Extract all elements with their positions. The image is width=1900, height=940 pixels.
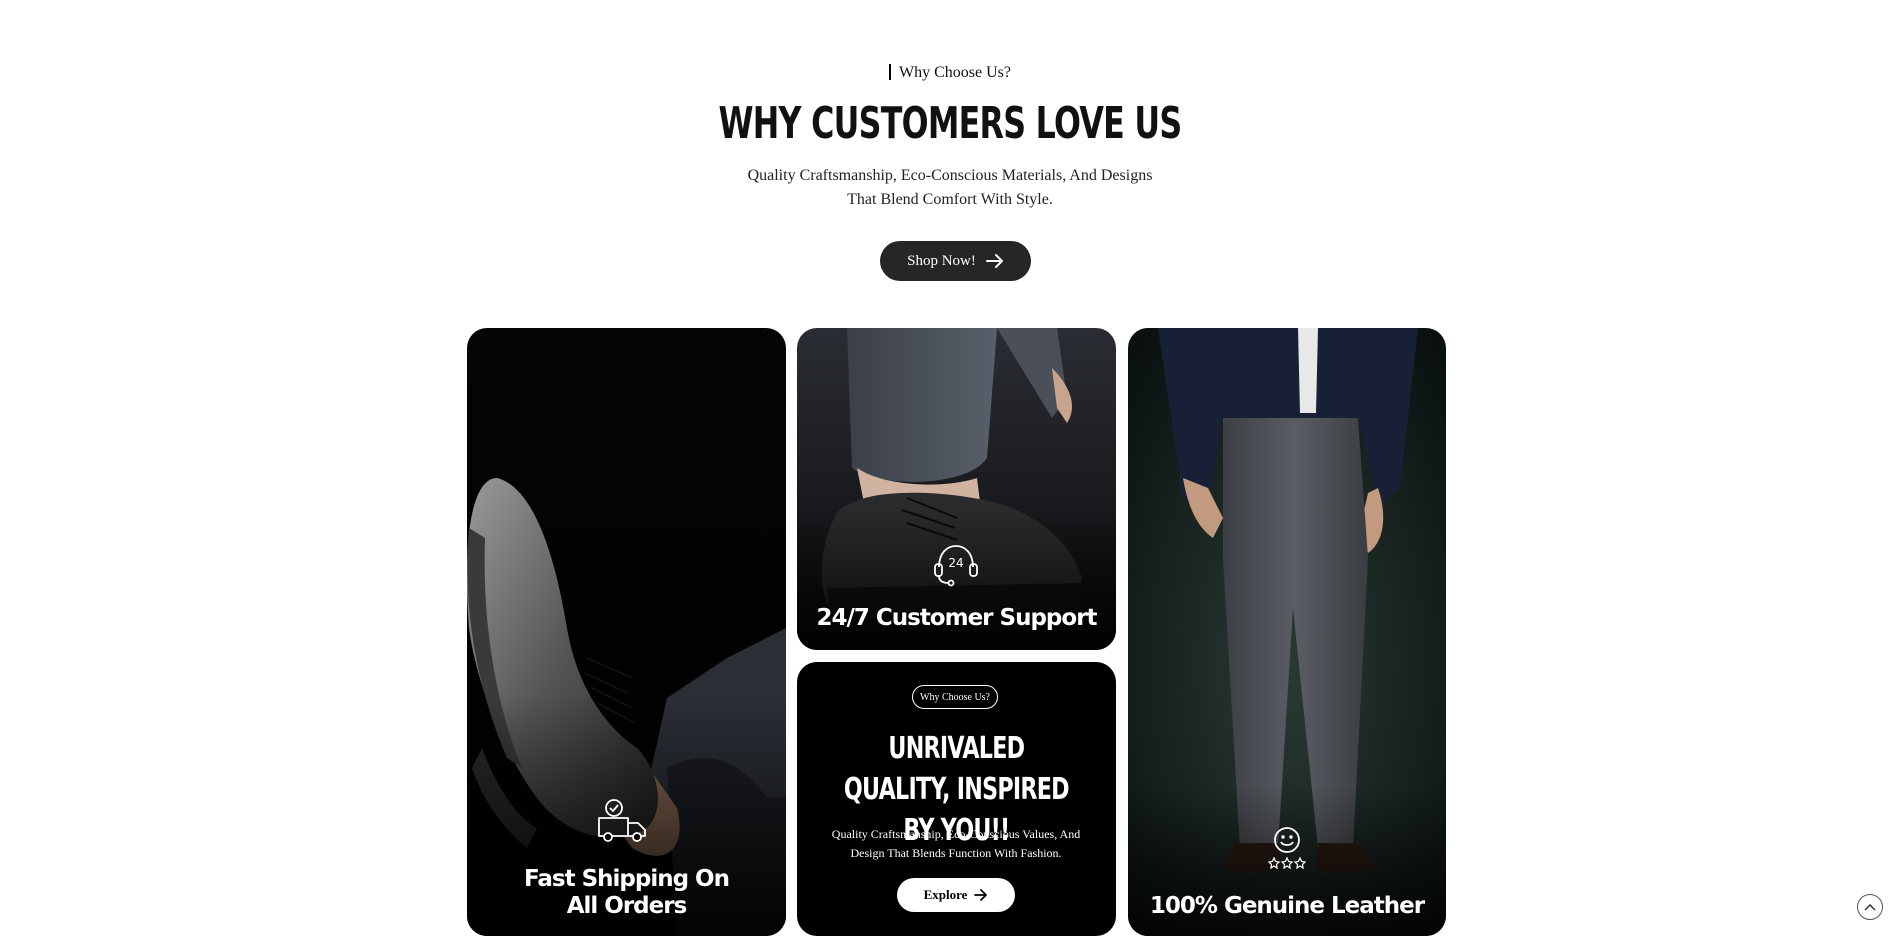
- shoe-step-photo: [797, 328, 1116, 650]
- headset-24-icon: 24: [934, 545, 978, 587]
- leather-title: 100% Genuine Leather: [1149, 893, 1425, 919]
- shop-now-label: Shop Now!: [907, 252, 976, 269]
- section-subtext: Quality Craftsmanship, Eco-Conscious Mat…: [747, 167, 1153, 208]
- eyebrow-bar: [889, 64, 891, 80]
- eyebrow-label: Why Choose Us?: [899, 64, 1011, 81]
- quality-eyebrow-pill: Why Choose Us?: [912, 685, 998, 709]
- scroll-to-top-button[interactable]: [1857, 894, 1883, 920]
- card-customer-support[interactable]: 24 24/7 Customer Support: [797, 328, 1116, 650]
- headset-24-label: 24: [948, 556, 963, 570]
- support-title: 24/7 Customer Support: [816, 605, 1097, 631]
- card-fast-shipping[interactable]: Fast Shipping On All Orders: [467, 328, 786, 936]
- section-headline: WHY CUSTOMERS LOVE US: [718, 98, 1183, 149]
- arrow-right-icon: [985, 254, 1003, 268]
- card-genuine-leather[interactable]: 100% Genuine Leather: [1128, 328, 1446, 936]
- explore-label: Explore: [923, 887, 968, 902]
- section-eyebrow: Why Choose Us?: [0, 64, 1900, 82]
- shop-now-button[interactable]: Shop Now!: [880, 241, 1031, 281]
- shoe-photo: [467, 328, 786, 936]
- chevron-up-icon: [1864, 903, 1876, 911]
- smile-stars-icon: [1267, 827, 1307, 870]
- arrow-right-icon: [974, 889, 988, 901]
- explore-button[interactable]: Explore: [897, 878, 1015, 912]
- card-unrivaled-quality: Why Choose Us? UNRIVALED QUALITY, INSPIR…: [797, 662, 1116, 936]
- quality-text: Quality Craftsmanship, Eco-Conscious Val…: [831, 827, 1081, 860]
- shipping-title: Fast Shipping On All Orders: [524, 866, 730, 919]
- delivery-truck-icon: [598, 799, 646, 842]
